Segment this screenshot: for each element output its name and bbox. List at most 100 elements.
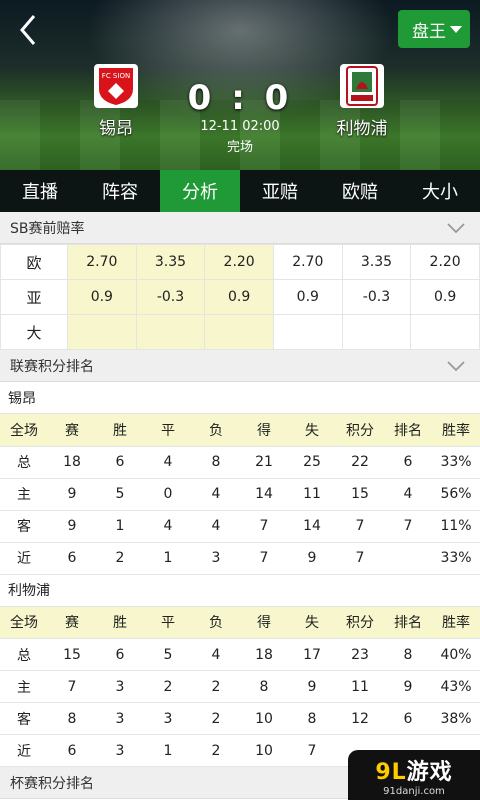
table-cell: 9 [288, 542, 336, 575]
column-header: 赛 [48, 606, 96, 639]
cup-standings-title: 杯赛积分排名 [10, 775, 94, 792]
home-team[interactable]: FC SION 锡昂 [66, 64, 166, 139]
odds-cell [410, 314, 480, 350]
table-cell: 客 [0, 702, 48, 735]
column-header: 排名 [384, 606, 432, 639]
table-cell: 7 [240, 542, 288, 575]
odds-cell: 2.70 [67, 244, 137, 280]
standings-header-row: 全场 赛 胜 平 负 得 失 积分 排名 胜率 [0, 414, 480, 447]
table-cell: 10 [240, 702, 288, 735]
table-cell: 2 [144, 670, 192, 703]
back-button[interactable] [12, 10, 48, 50]
table-cell: 3 [144, 702, 192, 735]
standings-section-header[interactable]: 联赛积分排名 [0, 350, 480, 382]
table-cell: 3 [96, 734, 144, 767]
table-cell: 1 [96, 510, 144, 543]
table-cell: 3 [96, 670, 144, 703]
tab-live[interactable]: 直播 [0, 170, 80, 212]
sion-crest-icon: FC SION [99, 68, 133, 105]
column-header: 得 [240, 606, 288, 639]
table-cell: 11 [336, 670, 384, 703]
column-header: 胜 [96, 414, 144, 447]
table-cell: 近 [0, 542, 48, 575]
column-header: 全场 [0, 606, 48, 639]
odds-cell [341, 314, 412, 350]
column-header: 失 [288, 606, 336, 639]
odds-cell: 2.70 [272, 244, 343, 280]
tab-asian-odds[interactable]: 亚赔 [240, 170, 320, 212]
table-cell: 8 [384, 638, 432, 671]
away-score: 0 [264, 78, 293, 118]
odds-row-euro: 欧 2.70 3.35 2.20 2.70 3.35 2.20 [0, 244, 480, 280]
table-cell: 6 [48, 734, 96, 767]
table-cell: 18 [240, 638, 288, 671]
tab-analysis[interactable]: 分析 [160, 170, 240, 212]
table-row: 主 9 5 0 4 14 11 15 4 56% [0, 478, 480, 511]
tab-over-under[interactable]: 大小 [400, 170, 480, 212]
table-cell: 2 [96, 542, 144, 575]
away-team-name: 利物浦 [336, 119, 388, 139]
odds-row-label: 亚 [0, 279, 68, 315]
chevron-down-icon[interactable] [446, 360, 466, 372]
table-cell: 1 [144, 734, 192, 767]
table-row: 主 7 3 2 2 8 9 11 9 43% [0, 670, 480, 703]
table-cell: 18 [48, 446, 96, 479]
table-cell: 6 [384, 446, 432, 479]
home-score: 0 [187, 78, 216, 118]
table-cell: 8 [240, 670, 288, 703]
standings-team-name: 利物浦 [0, 574, 480, 607]
column-header: 平 [144, 606, 192, 639]
column-header: 积分 [336, 414, 384, 447]
table-cell: 6 [48, 542, 96, 575]
table-cell: 25 [288, 446, 336, 479]
column-header: 排名 [384, 414, 432, 447]
odds-table: 欧 2.70 3.35 2.20 2.70 3.35 2.20 亚 0.9 -0… [0, 244, 480, 350]
caret-down-icon [450, 26, 462, 33]
table-cell: 10 [240, 734, 288, 767]
table-cell: 3 [96, 702, 144, 735]
table-cell: 7 [336, 542, 384, 575]
column-header: 胜率 [432, 414, 480, 447]
table-cell: 6 [96, 446, 144, 479]
odds-cell: 2.20 [204, 244, 274, 280]
pan-wang-button[interactable]: 盘王 [398, 10, 470, 48]
table-cell: 56% [432, 478, 480, 511]
table-cell: 22 [336, 446, 384, 479]
away-team[interactable]: 利物浦 [312, 64, 412, 139]
odds-cell [272, 314, 343, 350]
odds-row-label: 大 [0, 314, 68, 350]
match-header: 盘王 FC SION 锡昂 0 : 0 12-11 02:00 完场 利物浦 [0, 0, 480, 170]
table-cell: 38% [432, 702, 480, 735]
table-row: 总 15 6 5 4 18 17 23 8 40% [0, 638, 480, 671]
odds-cell: 0.9 [67, 279, 137, 315]
odds-section-header[interactable]: SB赛前赔率 [0, 212, 480, 244]
column-header: 全场 [0, 414, 48, 447]
table-cell: 4 [144, 510, 192, 543]
odds-row-over-under: 大 [0, 314, 480, 350]
tab-bar: 直播 阵容 分析 亚赔 欧赔 大小 [0, 170, 480, 212]
site-watermark: 9L游戏 91danji.com [348, 750, 480, 800]
odds-cell [135, 314, 206, 350]
odds-cell: 3.35 [135, 244, 206, 280]
table-cell: 7 [384, 510, 432, 543]
odds-section-title: SB赛前赔率 [10, 220, 85, 237]
back-arrow-icon [20, 15, 36, 45]
column-header: 失 [288, 414, 336, 447]
table-cell: 1 [144, 542, 192, 575]
table-cell: 9 [384, 670, 432, 703]
watermark-logo: 9L游戏 [375, 754, 452, 786]
table-cell: 11 [288, 478, 336, 511]
tab-euro-odds[interactable]: 欧赔 [320, 170, 400, 212]
column-header: 积分 [336, 606, 384, 639]
tab-lineup[interactable]: 阵容 [80, 170, 160, 212]
table-cell: 4 [384, 478, 432, 511]
table-cell: 总 [0, 638, 48, 671]
standings-header-row: 全场 赛 胜 平 负 得 失 积分 排名 胜率 [0, 606, 480, 639]
table-cell: 4 [192, 510, 240, 543]
odds-row-asian: 亚 0.9 -0.3 0.9 0.9 -0.3 0.9 [0, 279, 480, 315]
table-cell: 2 [192, 670, 240, 703]
table-cell: 7 [240, 510, 288, 543]
odds-row-label: 欧 [0, 244, 68, 280]
chevron-down-icon[interactable] [446, 222, 466, 234]
table-cell: 15 [48, 638, 96, 671]
